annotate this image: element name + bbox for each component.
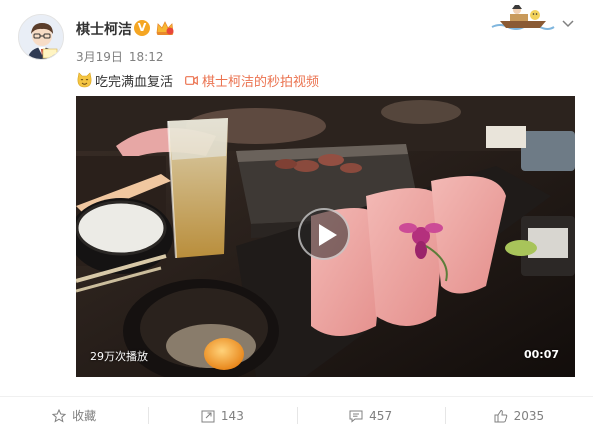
video-player[interactable]: 29万次播放 00:07 <box>76 96 575 377</box>
play-button[interactable] <box>298 208 350 260</box>
repost-icon <box>201 410 215 422</box>
video-link-label[interactable]: 棋士柯洁的秒拍视频 <box>202 71 319 90</box>
view-count: 29万次播放 <box>90 350 148 363</box>
verified-badge-icon: V <box>134 20 150 36</box>
post-date[interactable]: 3月19日 <box>76 50 123 64</box>
like-button[interactable]: 2035 <box>444 397 593 434</box>
favorite-label: 收藏 <box>72 409 97 423</box>
action-bar: 收藏 143 457 2035 <box>0 397 593 434</box>
repost-count: 143 <box>220 408 244 423</box>
chevron-down-icon[interactable] <box>561 16 575 30</box>
comment-button[interactable]: 457 <box>296 397 445 434</box>
repost-button[interactable]: 143 <box>148 397 296 434</box>
avatar[interactable] <box>18 14 64 60</box>
video-duration: 00:07 <box>523 348 559 361</box>
favorite-button[interactable]: 收藏 <box>0 397 148 434</box>
video-source-link[interactable]: 棋士柯洁的秒拍视频 <box>185 71 319 90</box>
thumbs-up-icon <box>494 409 507 422</box>
post-time[interactable]: 18:12 <box>129 50 164 64</box>
post-text-line: 吃完满血复活 棋士柯洁的秒拍视频 <box>76 70 319 90</box>
post-text: 吃完满血复活 <box>95 74 174 90</box>
weibo-post-card: 棋士柯洁 V 3月19日 18:12 吃完满血复活 棋士柯洁的秒拍视频 29万次… <box>0 0 593 434</box>
video-camera-icon <box>185 75 198 85</box>
post-meta: 3月19日 18:12 <box>76 48 164 65</box>
boat-decoration-icon <box>491 5 555 30</box>
comment-icon <box>349 410 363 423</box>
username[interactable]: 棋士柯洁 <box>76 19 132 39</box>
comment-count: 457 <box>369 408 393 423</box>
star-icon <box>52 408 67 423</box>
cat-face-emoji-icon <box>77 71 92 87</box>
like-count: 2035 <box>513 408 545 423</box>
vip-crown-icon <box>156 21 174 35</box>
